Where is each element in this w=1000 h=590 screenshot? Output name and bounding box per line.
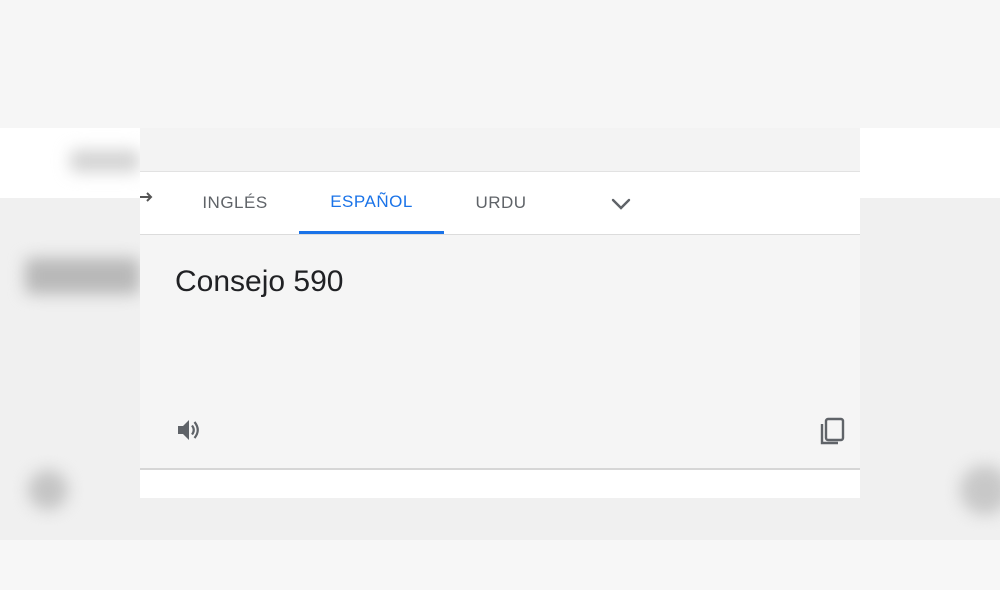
chevron-down-icon[interactable] bbox=[608, 191, 634, 217]
blurred-avatar bbox=[28, 470, 68, 510]
background-bottom bbox=[0, 540, 1000, 590]
tab-ingles[interactable]: INGLÉS bbox=[180, 172, 290, 234]
translation-output: Consejo 590 bbox=[140, 235, 860, 470]
language-tab-bar: INGLÉS ESPAÑOL URDU bbox=[140, 172, 860, 235]
swap-arrow-icon[interactable] bbox=[140, 190, 154, 210]
blurred-heading bbox=[25, 258, 140, 294]
card-header-strip bbox=[140, 128, 860, 172]
copy-icon[interactable] bbox=[817, 415, 849, 447]
blurred-text bbox=[70, 150, 140, 172]
card-footer bbox=[140, 470, 860, 498]
speaker-icon[interactable] bbox=[174, 415, 204, 445]
tab-espanol[interactable]: ESPAÑOL bbox=[299, 172, 444, 234]
translation-card: INGLÉS ESPAÑOL URDU Consejo 590 bbox=[140, 128, 860, 498]
background-top bbox=[0, 0, 1000, 128]
tab-urdu[interactable]: URDU bbox=[446, 172, 556, 234]
translated-text: Consejo 590 bbox=[175, 265, 344, 298]
